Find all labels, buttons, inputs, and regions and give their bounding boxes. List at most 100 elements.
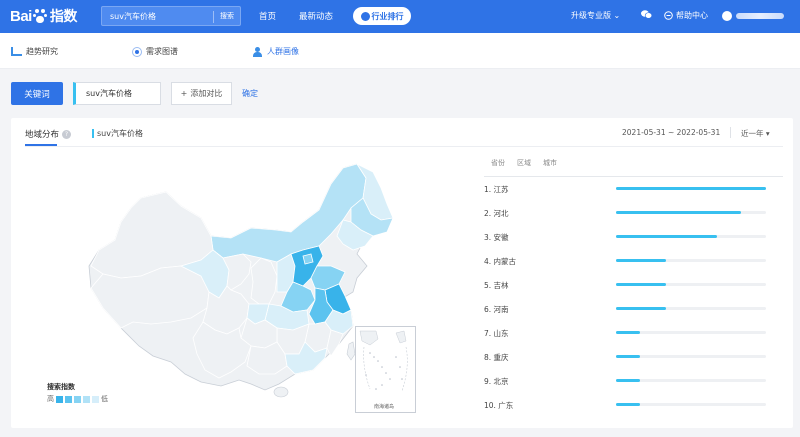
nav-home[interactable]: 首页 bbox=[259, 10, 276, 22]
radio-icon bbox=[132, 46, 142, 57]
sub-nav: 趋势研究 需求图谱 人群画像 bbox=[0, 33, 800, 69]
caret-down-icon: ▾ bbox=[765, 129, 770, 138]
ranking-bar-fill bbox=[616, 283, 666, 286]
ranking-bar-track bbox=[616, 403, 766, 406]
wechat-icon[interactable] bbox=[641, 10, 653, 22]
username-blurred bbox=[736, 13, 784, 19]
tab-geo-label: 地域分布 bbox=[25, 130, 60, 140]
date-range[interactable]: 2021-05-31 ~ 2022-05-31 bbox=[622, 128, 720, 137]
ranking-bar-fill bbox=[616, 307, 666, 310]
divider bbox=[484, 176, 783, 177]
ranking-name: 7. 山东 bbox=[484, 329, 509, 338]
top-bar: Bai 指数 suv汽车价格 搜索 首页 最新动态 行业排行 升级专业版 ⌄ 帮… bbox=[0, 0, 800, 33]
ranking-row: 2. 河北 bbox=[484, 208, 783, 228]
legend-title: 搜索指数 bbox=[47, 383, 75, 391]
ranking-name: 10. 广东 bbox=[484, 401, 514, 410]
tab-trend-research[interactable]: 趋势研究 bbox=[11, 46, 58, 57]
ranking-bar-fill bbox=[616, 187, 766, 190]
baidu-index-logo[interactable]: Bai 指数 bbox=[10, 6, 77, 26]
help-icon bbox=[664, 11, 673, 20]
ranking-name: 5. 吉林 bbox=[484, 281, 509, 290]
search-input[interactable]: suv汽车价格 bbox=[110, 11, 156, 22]
ranking-row: 10. 广东 bbox=[484, 400, 783, 420]
ranking-bar-fill bbox=[616, 379, 640, 382]
ranking-bar-track bbox=[616, 259, 766, 262]
upgrade-label: 升级专业版 bbox=[571, 11, 611, 20]
ranking-row: 8. 重庆 bbox=[484, 352, 783, 372]
ranking-bar-track bbox=[616, 355, 766, 358]
region-beijing[interactable] bbox=[302, 253, 314, 265]
ranking-row: 1. 江苏 bbox=[484, 184, 783, 204]
ranking-icon bbox=[360, 11, 370, 21]
region-distribution-card: 地域分布 ? suv汽车价格 2021-05-31 ~ 2022-05-31 近… bbox=[11, 118, 793, 428]
search-box[interactable]: suv汽车价格 搜索 bbox=[101, 6, 241, 26]
paw-icon bbox=[32, 9, 47, 23]
add-compare-button[interactable]: + 添加对比 bbox=[171, 82, 232, 105]
help-center-link[interactable]: 帮助中心 bbox=[664, 10, 708, 21]
ranking-bar-track bbox=[616, 379, 766, 382]
ranking-bar-track bbox=[616, 187, 766, 190]
legend-swatch bbox=[74, 395, 81, 403]
tab-label: 趋势研究 bbox=[26, 47, 58, 56]
add-compare-label: 添加对比 bbox=[190, 89, 223, 98]
ranking-bar-track bbox=[616, 235, 766, 238]
legend-low: 低 bbox=[101, 395, 108, 403]
ranking-row: 5. 吉林 bbox=[484, 280, 783, 300]
ranking-row: 3. 安徽 bbox=[484, 232, 783, 252]
keyword-button[interactable]: 关键词 bbox=[11, 82, 63, 105]
ranking-bar-fill bbox=[616, 235, 717, 238]
legend-swatch bbox=[83, 395, 90, 403]
map-legend: 高 低 bbox=[47, 394, 108, 404]
ranking-bar-track bbox=[616, 331, 766, 334]
tab-label: 人群画像 bbox=[267, 47, 299, 56]
keyword-legend-label: suv汽车价格 bbox=[97, 129, 143, 138]
keyword-legend: suv汽车价格 bbox=[92, 128, 143, 139]
tab-region[interactable]: 区域 bbox=[517, 158, 531, 168]
ranking-bar-fill bbox=[616, 331, 640, 334]
legend-swatch bbox=[65, 395, 72, 403]
ranking-bar-track bbox=[616, 307, 766, 310]
upgrade-menu[interactable]: 升级专业版 ⌄ bbox=[571, 10, 620, 21]
ranking-bar-fill bbox=[616, 355, 640, 358]
ranking-name: 4. 内蒙古 bbox=[484, 257, 517, 266]
plus-icon: + bbox=[180, 89, 188, 98]
search-button[interactable]: 搜索 bbox=[220, 11, 234, 21]
region-taiwan[interactable] bbox=[346, 341, 356, 361]
logo-text: Bai bbox=[10, 7, 32, 25]
industry-ranking-button[interactable]: 行业排行 bbox=[353, 7, 411, 25]
tab-label: 需求图谱 bbox=[146, 47, 178, 56]
tab-demand-map[interactable]: 需求图谱 bbox=[132, 46, 178, 57]
people-icon bbox=[253, 46, 263, 57]
region-hainan[interactable] bbox=[273, 386, 289, 398]
ranking-bar-fill bbox=[616, 259, 666, 262]
tab-province[interactable]: 省份 bbox=[491, 158, 505, 168]
ranking-name: 2. 河北 bbox=[484, 209, 509, 218]
search-divider bbox=[213, 11, 214, 23]
period-label: 近一年 bbox=[741, 129, 764, 138]
legend-swatch bbox=[92, 395, 99, 403]
nav-news[interactable]: 最新动态 bbox=[299, 10, 333, 22]
chevron-down-icon: ⌄ bbox=[613, 11, 621, 20]
ranking-bar-fill bbox=[616, 211, 741, 214]
south-china-sea-inset: 南海诸岛 bbox=[355, 326, 416, 413]
confirm-link[interactable]: 确定 bbox=[242, 88, 258, 99]
ranking-name: 3. 安徽 bbox=[484, 233, 509, 242]
tab-region-distribution[interactable]: 地域分布 ? bbox=[25, 128, 72, 140]
inset-label: 南海诸岛 bbox=[374, 404, 395, 410]
avatar bbox=[722, 11, 732, 21]
tab-audience-profile[interactable]: 人群画像 bbox=[253, 46, 299, 57]
ranking-bar-track bbox=[616, 283, 766, 286]
ranking-row: 9. 北京 bbox=[484, 376, 783, 396]
series-marker bbox=[92, 129, 94, 138]
legend-swatch bbox=[56, 395, 63, 403]
inset-map bbox=[359, 330, 408, 392]
question-icon[interactable]: ? bbox=[62, 129, 72, 139]
tab-city[interactable]: 城市 bbox=[543, 158, 557, 168]
period-select[interactable]: 近一年 ▾ bbox=[741, 128, 770, 139]
keyword-field[interactable]: suv汽车价格 bbox=[73, 82, 161, 105]
ranking-bar-track bbox=[616, 211, 766, 214]
ranking-name: 6. 河南 bbox=[484, 305, 509, 314]
ranking-name: 8. 重庆 bbox=[484, 353, 509, 362]
logo-subtitle: 指数 bbox=[49, 8, 78, 24]
user-menu[interactable] bbox=[722, 11, 786, 21]
